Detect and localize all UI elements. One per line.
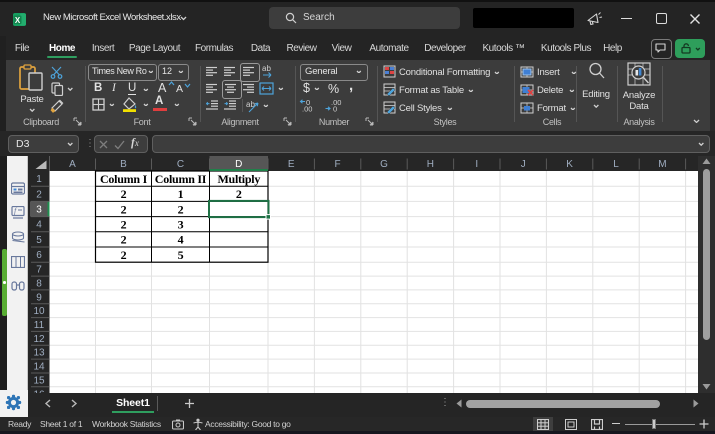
svg-text:Column II: Column II <box>155 172 207 186</box>
svg-text:15: 15 <box>33 375 45 386</box>
svg-text:2: 2 <box>36 189 42 200</box>
svg-text:10: 10 <box>33 306 45 317</box>
svg-text:E: E <box>288 159 295 170</box>
svg-text:3: 3 <box>36 205 42 216</box>
svg-text:4: 4 <box>36 220 42 231</box>
svg-text:1: 1 <box>178 187 184 201</box>
svg-text:J: J <box>521 159 526 170</box>
svg-text:C: C <box>177 159 184 170</box>
svg-text:2: 2 <box>236 187 242 201</box>
svg-text:5: 5 <box>178 248 184 262</box>
svg-text:2: 2 <box>121 187 127 201</box>
svg-text:K: K <box>566 159 573 170</box>
svg-text:12: 12 <box>33 334 45 345</box>
svg-text:7: 7 <box>36 265 42 276</box>
svg-text:1: 1 <box>36 174 42 185</box>
svg-text:D: D <box>235 159 242 170</box>
svg-text:L: L <box>613 159 619 170</box>
svg-text:M: M <box>658 159 666 170</box>
svg-text:13: 13 <box>33 348 45 359</box>
svg-text:3: 3 <box>178 218 184 232</box>
svg-text:2: 2 <box>121 233 127 247</box>
svg-text:2: 2 <box>121 202 127 216</box>
svg-text:4: 4 <box>178 233 184 247</box>
svg-text:A: A <box>69 159 76 170</box>
svg-text:G: G <box>380 159 388 170</box>
svg-text:2: 2 <box>121 248 127 262</box>
svg-text:H: H <box>427 159 434 170</box>
svg-text:Column I: Column I <box>100 172 148 186</box>
svg-text:I: I <box>475 159 478 170</box>
svg-text:9: 9 <box>36 292 42 303</box>
svg-text:2: 2 <box>121 218 127 232</box>
svg-text:2: 2 <box>178 202 184 216</box>
svg-text:14: 14 <box>33 362 45 373</box>
svg-text:11: 11 <box>34 320 45 331</box>
svg-text:Multiply: Multiply <box>217 172 260 186</box>
svg-text:8: 8 <box>36 279 42 290</box>
svg-text:B: B <box>120 159 127 170</box>
svg-text:5: 5 <box>36 235 42 246</box>
svg-text:f: f <box>14 207 18 216</box>
svg-text:6: 6 <box>36 250 42 261</box>
svg-text:F: F <box>335 159 341 170</box>
